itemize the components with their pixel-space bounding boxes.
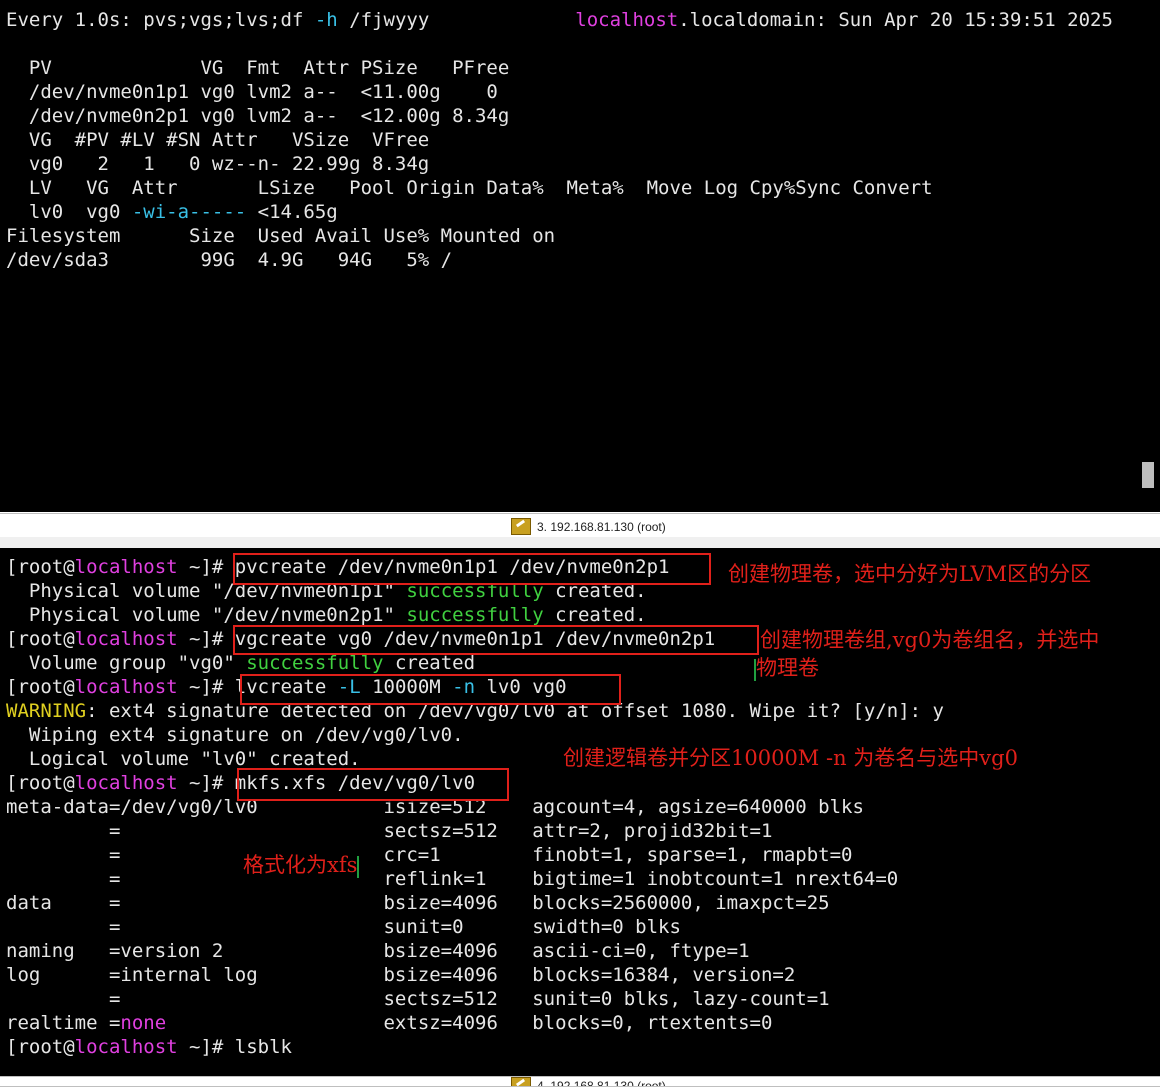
df-row: /dev/sda3 99G 4.9G 94G 5% / <box>6 248 452 272</box>
lvs-row-size: <14.65g <box>246 201 338 223</box>
session-tab-bar[interactable]: 3. 192.168.81.130 (root) <box>0 513 1160 539</box>
session-tab[interactable]: 3. 192.168.81.130 (root) <box>511 518 666 535</box>
scrollbar-thumb[interactable] <box>1142 462 1154 488</box>
command-line[interactable]: [root@localhost ~]# lsblk <box>6 1035 292 1059</box>
pvs-header: PV VG Fmt Attr PSize PFree <box>6 56 509 80</box>
prompt-host: localhost <box>75 628 178 650</box>
prompt-host: localhost <box>75 772 178 794</box>
mkfs-output-line: = sectsz=512 attr=2, projid32bit=1 <box>6 819 772 843</box>
lsblk-command: lsblk <box>235 1036 292 1058</box>
output-text: realtime = <box>6 1012 120 1034</box>
prompt: [root@ <box>6 772 75 794</box>
highlight-box-pvcreate <box>233 553 711 585</box>
mkfs-output-line: = crc=1 finobt=1, sparse=1, rmapbt=0 <box>6 843 852 867</box>
none-value: none <box>120 1012 166 1034</box>
prompt: ~]# <box>178 772 235 794</box>
watch-timestamp: .localdomain: Sun Apr 20 15:39:51 2025 <box>678 9 1113 31</box>
mkfs-output-line: realtime =none extsz=4096 blocks=0, rtex… <box>6 1011 772 1035</box>
watch-command-path: /fjwyyy <box>338 9 430 31</box>
lvs-row-attr: -wi-a----- <box>132 201 246 223</box>
text-cursor <box>357 856 359 878</box>
session-tab-bar[interactable]: 4. 192.168.81.130 (root) <box>0 1076 1160 1087</box>
output-text: created <box>384 652 476 674</box>
annotation-vgcreate-text: 物理卷 <box>756 656 819 680</box>
vgs-row: vg0 2 1 0 wz--n- 22.99g 8.34g <box>6 152 429 176</box>
prompt-host: localhost <box>75 556 178 578</box>
pvs-row: /dev/nvme0n1p1 vg0 lvm2 a-- <11.00g 0 <box>6 80 498 104</box>
mkfs-output-line: = sectsz=512 sunit=0 blks, lazy-count=1 <box>6 987 830 1011</box>
prompt: [root@ <box>6 1036 75 1058</box>
pvs-row: /dev/nvme0n2p1 vg0 lvm2 a-- <12.00g 8.34… <box>6 104 509 128</box>
annotation-vgcreate-cont: 物理卷 <box>754 654 819 682</box>
prompt: [root@ <box>6 676 75 698</box>
mkfs-output-line: naming =version 2 bsize=4096 ascii-ci=0,… <box>6 939 750 963</box>
prompt: ~]# <box>178 628 235 650</box>
prompt: [root@ <box>6 556 75 578</box>
mkfs-output-line: = reflink=1 bigtime=1 inobtcount=1 nrext… <box>6 867 898 891</box>
prompt-host: localhost <box>75 1036 178 1058</box>
annotation-mkfs: 格式化为xfs <box>243 851 359 879</box>
watch-command-flag: -h <box>315 9 338 31</box>
highlight-box-vgcreate <box>233 625 759 655</box>
watch-command: Every 1.0s: pvs;vgs;lvs;df <box>6 9 315 31</box>
prompt: ~]# <box>178 676 235 698</box>
key-icon <box>511 1077 531 1087</box>
prompt: ~]# <box>178 556 235 578</box>
annotation-lvcreate: 创建逻辑卷并分区10000M -n 为卷名与选中vg0 <box>563 744 1018 772</box>
df-header: Filesystem Size Used Avail Use% Mounted … <box>6 224 555 248</box>
session-tab-label: 4. 192.168.81.130 (root) <box>537 1079 666 1087</box>
mkfs-output-line: = sunit=0 swidth=0 blks <box>6 915 681 939</box>
output-text: created. <box>544 604 647 626</box>
annotation-mkfs-text: 格式化为xfs <box>243 853 357 877</box>
watch-header: Every 1.0s: pvs;vgs;lvs;df -h /fjwyyy loc… <box>6 8 1113 32</box>
terminal-pane-watch[interactable]: Every 1.0s: pvs;vgs;lvs;df -h /fjwyyy loc… <box>0 0 1160 512</box>
key-icon <box>511 518 531 535</box>
prompt: [root@ <box>6 628 75 650</box>
output-text: Physical volume "/dev/nvme0n2p1" <box>6 604 406 626</box>
output-text: Volume group "vg0" <box>6 652 246 674</box>
lvs-header: LV VG Attr LSize Pool Origin Data% Meta%… <box>6 176 933 200</box>
mkfs-output-line: log =internal log bsize=4096 blocks=1638… <box>6 963 795 987</box>
output-line: Wiping ext4 signature on /dev/vg0/lv0. <box>6 723 464 747</box>
highlight-box-lvcreate <box>240 674 621 705</box>
success-text: successfully <box>406 604 543 626</box>
mkfs-output-line: data = bsize=4096 blocks=2560000, imaxpc… <box>6 891 830 915</box>
annotation-vgcreate: 创建物理卷组,vg0为卷组名，并选中 <box>760 626 1099 654</box>
prompt-host: localhost <box>75 676 178 698</box>
lvs-row: lv0 vg0 -wi-a----- <14.65g <box>6 200 338 224</box>
highlight-box-mkfs <box>237 768 509 801</box>
prompt: ~]# <box>178 1036 235 1058</box>
session-tab-label: 3. 192.168.81.130 (root) <box>537 520 666 534</box>
output-text: extsz=4096 blocks=0, rtextents=0 <box>166 1012 772 1034</box>
annotation-pvcreate: 创建物理卷，选中分好为LVM区的分区 <box>728 560 1091 588</box>
lvs-row-name: lv0 vg0 <box>6 201 132 223</box>
watch-hostname: localhost <box>575 9 678 31</box>
warning-label: WARNING <box>6 700 86 722</box>
success-text: successfully <box>246 652 383 674</box>
output-line: Physical volume "/dev/nvme0n2p1" success… <box>6 603 647 627</box>
session-tab[interactable]: 4. 192.168.81.130 (root) <box>511 1077 666 1087</box>
vgs-header: VG #PV #LV #SN Attr VSize VFree <box>6 128 429 152</box>
